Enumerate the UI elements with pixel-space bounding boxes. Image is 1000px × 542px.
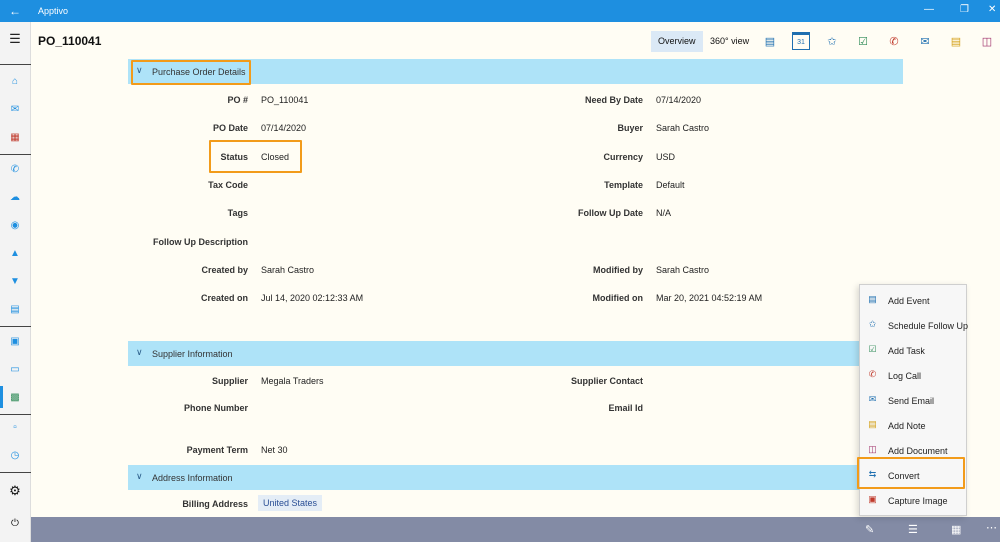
follow-up-date-value: N/A — [656, 208, 672, 218]
menu-item-capture-image[interactable]: ▣ Capture Image — [860, 487, 968, 512]
need-by-date-value: 07/14/2020 — [656, 95, 702, 105]
section-address-information[interactable]: ∨ Address Information — [128, 465, 859, 490]
buyer-value: Sarah Castro — [656, 123, 710, 133]
currency-label: Currency — [603, 152, 643, 162]
highlight-box — [209, 140, 302, 173]
calendar-icon[interactable]: 31 — [792, 32, 810, 50]
note-icon[interactable]: ▤ — [947, 32, 965, 50]
page-title: PO_110041 — [38, 34, 102, 48]
filter-icon[interactable]: ▼ — [8, 274, 22, 288]
shopping-bag-icon[interactable]: ▣ — [8, 334, 22, 348]
mail-icon[interactable]: ✉ — [8, 102, 22, 116]
highlight-box — [857, 457, 965, 489]
created-by-label: Created by — [201, 265, 248, 275]
need-by-date-label: Need By Date — [584, 95, 643, 105]
building-icon[interactable]: ▤ — [8, 302, 22, 316]
back-arrow-icon[interactable]: ← — [9, 4, 21, 18]
phone-number-label: Phone Number — [183, 403, 248, 413]
restore-icon[interactable]: ❐ — [960, 4, 969, 15]
inbox-icon[interactable]: ▫ — [8, 420, 22, 434]
task-icon: ☑ — [868, 344, 877, 354]
sidebar: ☰ ⌂ ✉ ▦ ✆ ☁ ◉ ▲ ▼ ▤ ▣ ▭ ▩ ▫ ◷ ⚙ ⏻ — [0, 22, 31, 542]
menu-item-log-call[interactable]: ✆ Log Call — [860, 362, 968, 387]
list-icon[interactable]: ▤ — [761, 32, 779, 50]
minimize-icon[interactable]: — — [924, 4, 934, 15]
created-on-value: Jul 14, 2020 02:12:33 AM — [261, 293, 364, 303]
grid-view-icon[interactable]: ▦ — [951, 523, 961, 536]
document-icon[interactable]: ◫ — [978, 32, 996, 50]
billing-address-label: Billing Address — [182, 499, 248, 509]
payment-term-value: Net 30 — [261, 445, 288, 455]
camera-icon: ▣ — [868, 494, 877, 504]
section-title: Address Information — [152, 473, 233, 483]
calculator-icon[interactable]: ▦ — [8, 130, 22, 144]
po-date-label: PO Date — [212, 123, 248, 133]
page-header: PO_110041 Overview 360° view ▤ 31 ✩ ☑ ✆ … — [31, 22, 1000, 58]
template-value: Default — [656, 180, 685, 190]
title-bar: ← Apptivo — ❐ ✕ — [0, 0, 1000, 22]
follow-up-date-label: Follow Up Date — [578, 208, 643, 218]
close-icon[interactable]: ✕ — [988, 4, 996, 15]
supplier-label: Supplier — [211, 376, 248, 386]
menu-item-add-note[interactable]: ▤ Add Note — [860, 412, 968, 437]
po-date-value: 07/14/2020 — [261, 123, 307, 133]
purchase-order-icon[interactable]: ▩ — [8, 390, 22, 404]
section-title: Supplier Information — [152, 349, 233, 359]
clock-icon[interactable]: ◷ — [8, 448, 22, 462]
call-icon: ✆ — [868, 369, 877, 379]
modified-on-value: Mar 20, 2021 04:52:19 AM — [656, 293, 763, 303]
section-supplier-information[interactable]: ∨ Supplier Information — [128, 341, 859, 366]
email-icon[interactable]: ✉ — [916, 32, 934, 50]
calendar-icon: ▤ — [868, 294, 877, 304]
more-options-icon[interactable]: ⋯ — [986, 521, 997, 534]
menu-item-add-task[interactable]: ☑ Add Task — [860, 337, 968, 362]
view-360-tab[interactable]: 360° view — [703, 31, 756, 52]
supplier-contact-label: Supplier Contact — [570, 376, 643, 386]
email-icon: ✉ — [868, 394, 877, 404]
call-icon[interactable]: ✆ — [885, 32, 903, 50]
created-by-value: Sarah Castro — [261, 265, 315, 275]
menu-item-send-email[interactable]: ✉ Send Email — [860, 387, 968, 412]
po-number-label: PO # — [227, 95, 248, 105]
document-icon: ◫ — [868, 444, 877, 454]
pin-icon: ✩ — [868, 319, 877, 329]
billing-address-value[interactable]: United States — [258, 495, 323, 511]
phone-icon[interactable]: ✆ — [8, 162, 22, 176]
modified-on-label: Modified on — [592, 293, 644, 303]
highlight-box — [131, 60, 251, 85]
menu-item-schedule-follow-up[interactable]: ✩ Schedule Follow Up — [860, 312, 968, 337]
modified-by-label: Modified by — [593, 265, 643, 275]
po-number-value: PO_110041 — [261, 95, 309, 105]
hamburger-menu-icon[interactable]: ☰ — [8, 31, 22, 46]
follow-up-description-label: Follow Up Description — [152, 237, 248, 247]
currency-value: USD — [656, 152, 676, 162]
email-id-label: Email Id — [608, 403, 643, 413]
supplier-value: Megala Traders — [261, 376, 324, 386]
list-view-icon[interactable]: ☰ — [908, 523, 918, 536]
home-icon[interactable]: ⌂ — [8, 74, 22, 88]
menu-item-add-event[interactable]: ▤ Add Event — [860, 287, 968, 312]
settings-gear-icon[interactable]: ⚙ — [8, 483, 22, 498]
money-bag-icon[interactable]: ◉ — [8, 218, 22, 232]
cloud-icon[interactable]: ☁ — [8, 190, 22, 204]
chevron-down-icon[interactable]: ∨ — [136, 471, 143, 482]
note-icon: ▤ — [868, 419, 877, 429]
power-icon[interactable]: ⏻ — [8, 516, 22, 530]
edit-pencil-icon[interactable]: ✎ — [865, 523, 874, 536]
overview-tab[interactable]: Overview — [651, 31, 703, 52]
bottom-command-bar: ✎ ☰ ▦ ⋯ — [31, 517, 1000, 542]
chart-icon[interactable]: ▲ — [8, 246, 22, 260]
tax-code-label: Tax Code — [208, 180, 248, 190]
tags-label: Tags — [227, 208, 248, 218]
pin-icon[interactable]: ✩ — [823, 32, 841, 50]
template-label: Template — [604, 180, 643, 190]
buyer-label: Buyer — [617, 123, 643, 133]
task-icon[interactable]: ☑ — [854, 32, 872, 50]
payment-term-label: Payment Term — [186, 445, 248, 455]
modified-by-value: Sarah Castro — [656, 265, 710, 275]
chevron-down-icon[interactable]: ∨ — [136, 347, 143, 358]
app-title: Apptivo — [38, 6, 69, 16]
truck-icon[interactable]: ▭ — [8, 362, 22, 376]
created-on-label: Created on — [200, 293, 248, 303]
